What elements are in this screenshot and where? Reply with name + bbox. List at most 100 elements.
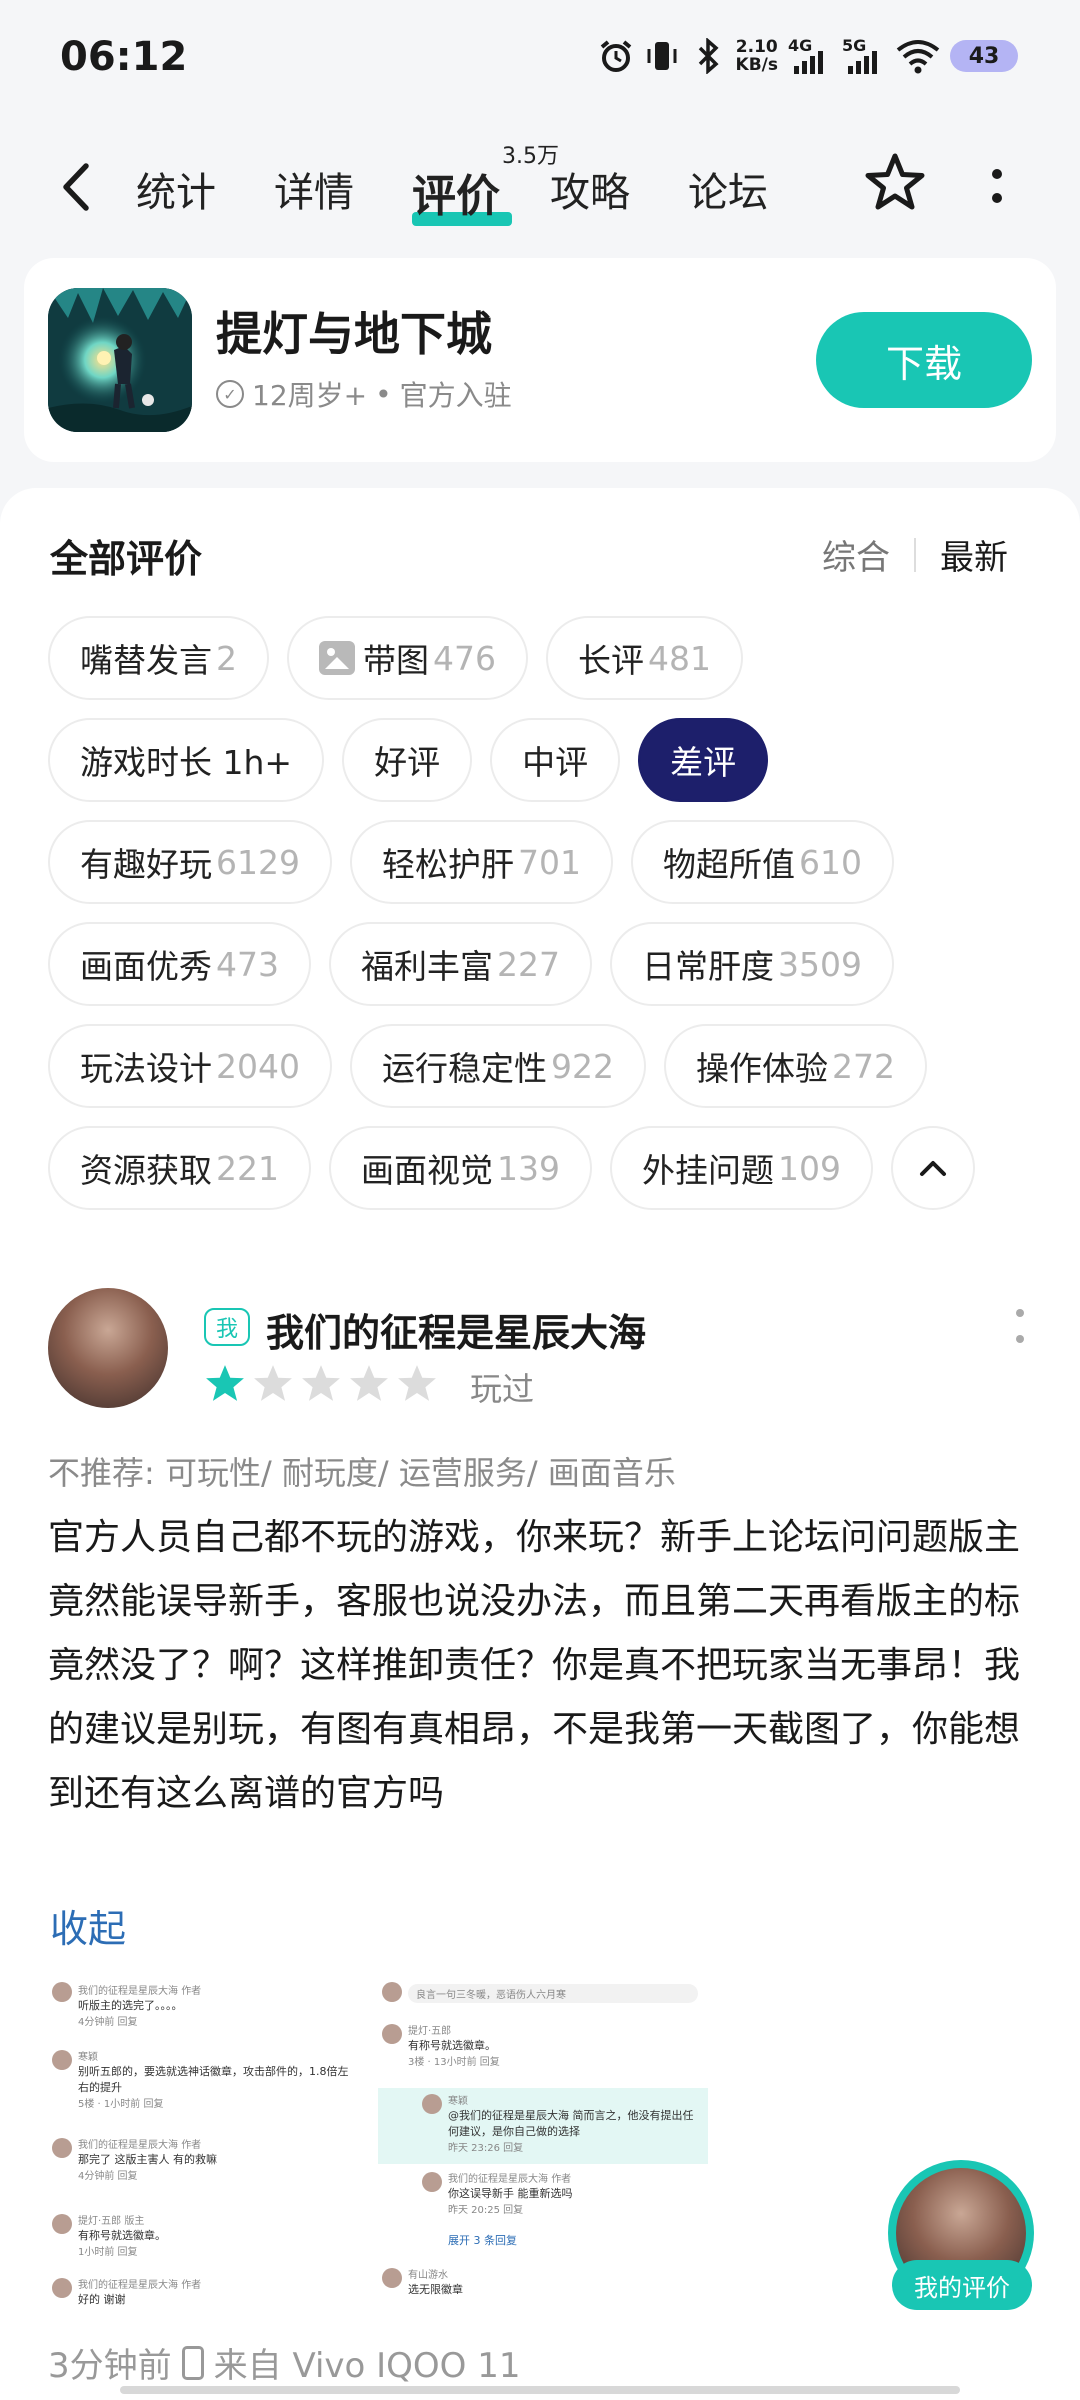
played-status: 玩过	[470, 1370, 535, 1408]
avatar	[52, 1982, 72, 2002]
tab-stats[interactable]: 统计	[136, 160, 274, 220]
chip-quote[interactable]: 嘴替发言 2	[48, 616, 269, 700]
back-button[interactable]	[56, 160, 96, 214]
comment: 我们的征程是星辰大海 作者 你这误导新手 能重新选吗 昨天 20:25 回复	[448, 2174, 573, 2216]
chip-tag[interactable]: 物超所值 610	[630, 820, 894, 904]
chevron-up-icon	[920, 1161, 946, 1176]
network-speed: 2.10 KB/s	[735, 37, 778, 75]
star-empty-icon	[302, 1365, 340, 1401]
chip-row: 游戏时长 1h+ 好评 中评 差评	[48, 718, 1048, 802]
more-menu-button[interactable]	[990, 166, 1004, 206]
chip-tag[interactable]: 有趣好玩 6129	[48, 820, 332, 904]
chip-row: 画面优秀 473 福利丰富 227 日常肝度 3509	[48, 922, 1048, 1006]
official-label: 官方入驻	[399, 379, 512, 412]
star-rating	[204, 1362, 438, 1404]
battery-indicator: 43	[950, 40, 1018, 72]
chip-tag[interactable]: 外挂问题 109	[610, 1126, 873, 1210]
avatar	[52, 2050, 72, 2070]
signal-5g-icon: 5G	[842, 36, 886, 76]
my-review-label[interactable]: 我的评价	[892, 2260, 1032, 2310]
star-filled-icon	[206, 1365, 244, 1401]
review-body: 官方人员自己都不玩的游戏，你来玩？新手上论坛问问题版主竟然能误导新手，客服也说没…	[48, 1517, 1021, 1814]
collapse-link[interactable]: 收起	[50, 1898, 126, 1953]
phone-icon	[181, 2345, 204, 2380]
review-count-badge: 3.5万	[502, 144, 559, 169]
sort-latest[interactable]: 最新	[940, 530, 1008, 579]
comment: 有山游水 选无限徽章	[408, 2270, 463, 2296]
review-more-button[interactable]	[1016, 1308, 1024, 1344]
chip-tag[interactable]: 日常肝度 3509	[610, 922, 894, 1006]
comment-input: 良言一句三冬暖，恶语伤人六月寒	[408, 1984, 698, 2003]
chip-tag[interactable]: 画面视觉 139	[329, 1126, 592, 1210]
review-time: 3分钟前	[48, 2346, 172, 2386]
comment: 我们的征程是星辰大海 作者 那完了 这版主害人 有的救嘛 4分钟前 回复	[78, 2140, 217, 2182]
chip-long-review[interactable]: 长评 481	[546, 616, 743, 700]
collapse-chips-button[interactable]	[891, 1126, 975, 1210]
filter-chips: 嘴替发言 2 带图 476 长评 481 游戏时长 1h+ 好评 中评 差评 有趣好玩…	[48, 616, 1048, 1228]
app-card: 提灯与地下城 ✓ 12周岁+ • 官方入驻 下载	[24, 258, 1056, 462]
chip-tag[interactable]: 玩法设计 2040	[48, 1024, 332, 1108]
sort-divider	[914, 537, 916, 572]
top-nav: 统计 详情 评价 攻略 论坛 3.5万	[0, 120, 1080, 260]
avatar[interactable]	[48, 1288, 168, 1408]
me-badge: 我	[204, 1308, 250, 1346]
chip-row: 玩法设计 2040 运行稳定性 922 操作体验 272	[48, 1024, 1048, 1108]
comment: 寒颖 别听五郎的，要选就选神话徽章，攻击部件的，1.8倍左右的提升 5楼 · 1…	[78, 2052, 349, 2110]
chevron-left-icon	[63, 163, 89, 211]
status-bar: 06:12 2.10 KB/s 4G 5G 43	[0, 0, 1080, 120]
comment: 寒颖 @我们的征程是星辰大海 简而言之，他没有提出任何建议，是你自己做的选择 昨…	[448, 2096, 694, 2154]
vibrate-icon	[644, 36, 680, 76]
avatar	[382, 1982, 402, 2002]
review-username[interactable]: 我们的征程是星辰大海	[266, 1302, 646, 1357]
avatar	[422, 2094, 442, 2114]
avatar	[52, 2138, 72, 2158]
bluetooth-icon	[690, 36, 726, 76]
chip-tag[interactable]: 资源获取 221	[48, 1126, 311, 1210]
meta-separator: •	[375, 377, 392, 411]
chip-neutral[interactable]: 中评	[490, 718, 621, 802]
tab-guides[interactable]: 攻略	[550, 160, 688, 220]
star-empty-icon	[350, 1365, 388, 1401]
chip-positive[interactable]: 好评	[342, 718, 473, 802]
review-image-1[interactable]: 我们的征程是星辰大海 作者 听版主的选完了。。。。 4分钟前 回复 寒颖 别听五…	[48, 1978, 368, 2318]
chip-tag[interactable]: 操作体验 272	[663, 1024, 927, 1108]
check-circle-icon: ✓	[216, 380, 244, 408]
status-icons: 2.10 KB/s 4G 5G 43	[598, 36, 1018, 76]
sort-options: 综合 最新	[822, 530, 1008, 579]
reviews-section-title: 全部评价	[50, 537, 203, 581]
review-image-2[interactable]: 良言一句三冬暖，恶语伤人六月寒 提灯·五郎 有称号就选徽章。 3楼 · 13小时…	[378, 1978, 708, 2318]
chip-tag[interactable]: 画面优秀 473	[48, 922, 311, 1006]
app-name: 提灯与地下城	[216, 307, 492, 361]
avatar	[382, 2024, 402, 2044]
chip-row: 嘴替发言 2 带图 476 长评 481	[48, 616, 1048, 700]
chip-tag[interactable]: 运行稳定性 922	[349, 1024, 646, 1108]
favorite-button[interactable]	[862, 150, 928, 216]
review-images: 我们的征程是星辰大海 作者 听版主的选完了。。。。 4分钟前 回复 寒颖 别听五…	[48, 1978, 708, 2318]
chip-with-image[interactable]: 带图 476	[287, 616, 528, 700]
comment: 我们的征程是星辰大海 作者 好的 谢谢	[78, 2280, 202, 2306]
avatar	[52, 2278, 72, 2298]
home-indicator[interactable]	[120, 2386, 960, 2394]
tab-details[interactable]: 详情	[274, 160, 412, 220]
alarm-icon	[598, 36, 634, 76]
chip-playtime[interactable]: 游戏时长 1h+	[48, 718, 325, 802]
age-rating: 12周岁+	[252, 379, 368, 412]
tab-forum[interactable]: 论坛	[688, 160, 826, 220]
star-empty-icon	[254, 1365, 292, 1401]
more-vertical-icon	[1016, 1309, 1024, 1343]
more-vertical-icon	[992, 169, 1002, 203]
review-footer: 3分钟前 来自 Vivo IQOO 11	[48, 2338, 521, 2387]
signal-4g-icon: 4G	[788, 36, 832, 76]
comment: 我们的征程是星辰大海 作者 听版主的选完了。。。。 4分钟前 回复	[78, 1986, 202, 2028]
app-meta: ✓ 12周岁+ • 官方入驻	[216, 374, 512, 414]
image-icon	[319, 641, 355, 675]
avatar	[382, 2268, 402, 2288]
chip-tag[interactable]: 福利丰富 227	[329, 922, 592, 1006]
app-icon	[48, 288, 192, 432]
tab-bar: 统计 详情 评价 攻略 论坛	[136, 160, 826, 226]
chip-negative[interactable]: 差评	[638, 718, 769, 802]
sort-overall[interactable]: 综合	[822, 530, 890, 579]
chip-tag[interactable]: 轻松护肝 701	[349, 820, 613, 904]
download-button[interactable]: 下载	[816, 312, 1032, 408]
star-outline-icon	[865, 153, 925, 210]
